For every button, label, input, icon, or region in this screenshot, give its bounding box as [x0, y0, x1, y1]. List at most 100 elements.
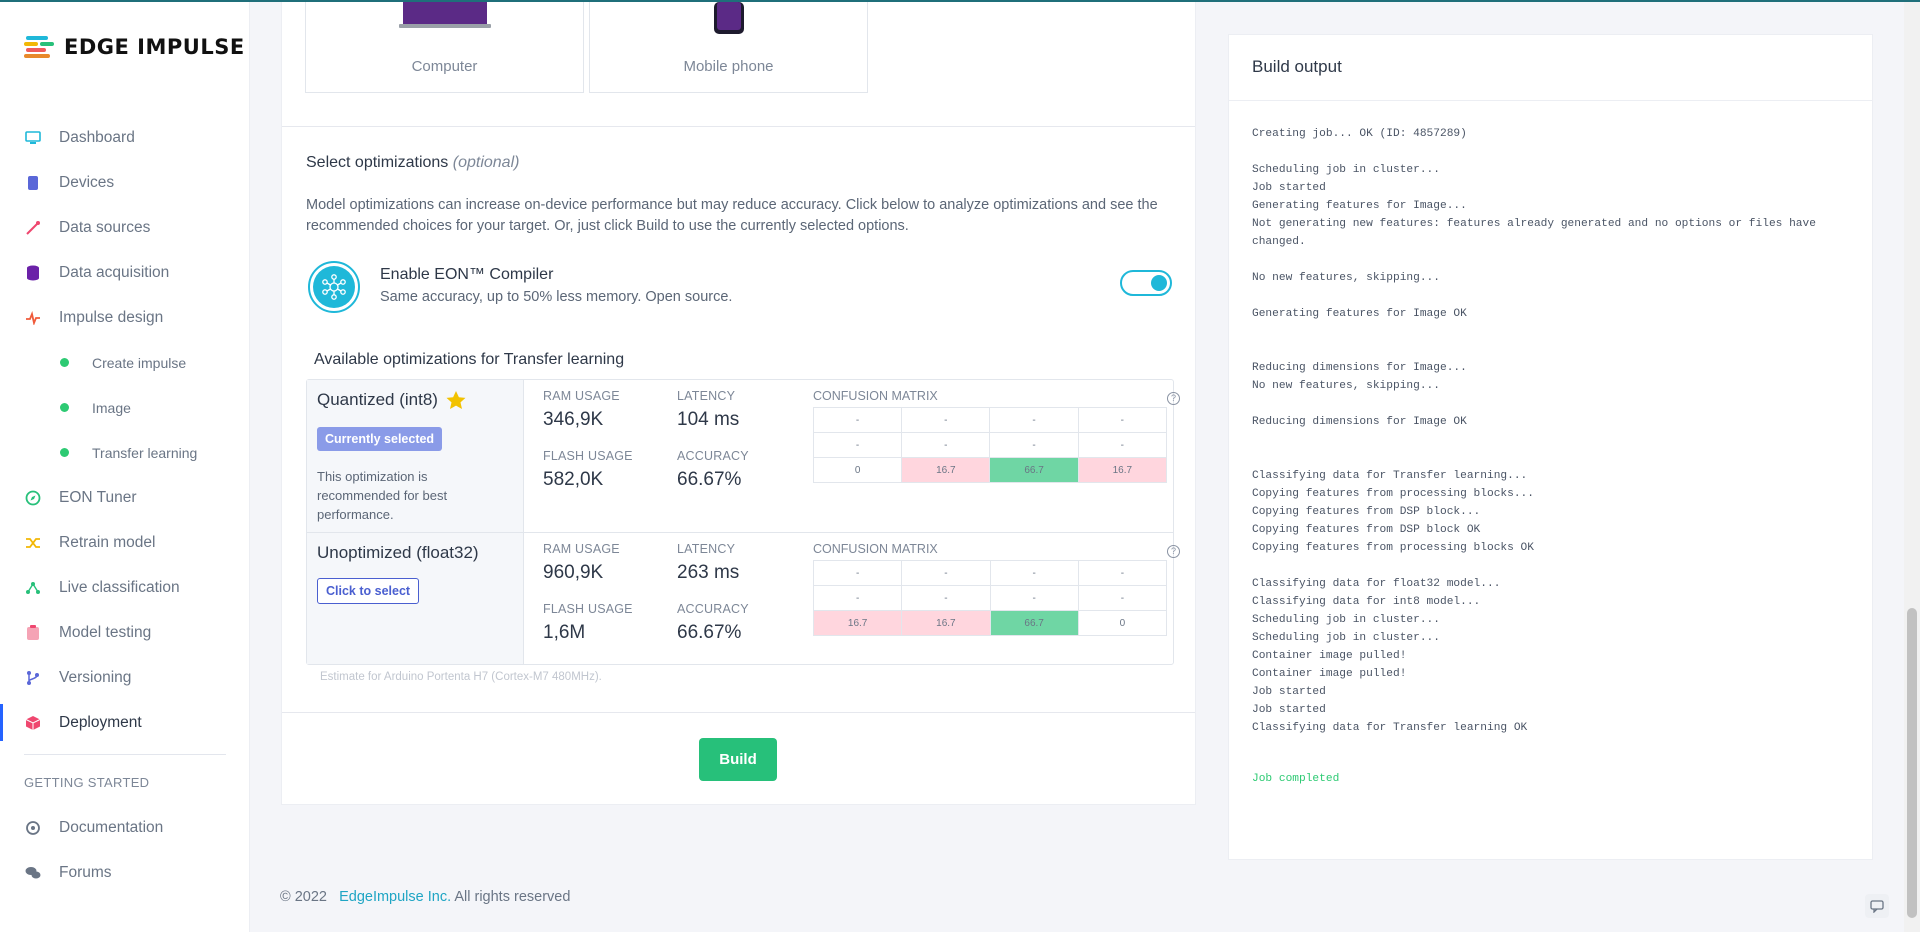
cube-icon [24, 714, 42, 732]
help-icon[interactable]: ? [1167, 545, 1180, 558]
eon-compiler-icon [308, 261, 360, 313]
sidebar-item-label: Image [92, 399, 131, 416]
sidebar-item-model-testing[interactable]: Model testing [0, 610, 250, 655]
build-log: Creating job... OK (ID: 4857289) Schedul… [1252, 128, 1816, 734]
sidebar-item-label: Model testing [59, 623, 152, 641]
sidebar-nav: Dashboard Devices Data sources Data acqu… [0, 115, 250, 745]
optimization-note: This optimization is recommended for bes… [317, 469, 448, 522]
sidebar-item-label: Devices [59, 173, 115, 191]
flash-usage-metric: FLASH USAGE 582,0K [543, 449, 633, 491]
optimization-row-int8: Quantized (int8) Currently selected This… [307, 380, 1180, 532]
sidebar-item-label: Documentation [59, 818, 164, 836]
accuracy-metric: ACCURACY 66.67% [677, 602, 749, 644]
rights-text: All rights reserved [454, 889, 571, 905]
metric-value: 1,6M [543, 622, 586, 643]
page-scrollbar[interactable] [1904, 2, 1920, 932]
optimization-name: Quantized (int8) [317, 390, 466, 410]
metric-label: ACCURACY [677, 449, 749, 463]
phone-icon [714, 2, 744, 34]
matrix-cell: 66.7 [989, 457, 1079, 483]
metric-label: LATENCY [677, 542, 736, 556]
logo[interactable]: EDGE IMPULSE [24, 34, 245, 60]
sidebar-item-retrain-model[interactable]: Retrain model [0, 520, 250, 565]
accuracy-metric: ACCURACY 66.67% [677, 449, 749, 491]
metric-label: ACCURACY [677, 602, 749, 616]
monitor-icon [24, 129, 42, 147]
matrix-cell: - [812, 432, 903, 458]
sidebar-item-devices[interactable]: Devices [0, 160, 250, 205]
optimizations-title: Select optimizations (optional) [306, 154, 519, 172]
sidebar-item-versioning[interactable]: Versioning [0, 655, 250, 700]
eon-compiler-toggle[interactable] [1120, 270, 1172, 296]
sidebar-item-label: Create impulse [92, 354, 187, 371]
sidebar-item-documentation[interactable]: Documentation [0, 805, 250, 850]
sidebar-item-deployment[interactable]: Deployment [0, 700, 250, 745]
sidebar-item-forums[interactable]: Forums [0, 850, 250, 895]
build-button[interactable]: Build [699, 738, 777, 781]
estimate-note: Estimate for Arduino Portenta H7 (Cortex… [320, 671, 602, 683]
matrix-cell: 16.7 [901, 457, 991, 483]
metric-value: 263 ms [677, 562, 740, 583]
section-divider [282, 126, 1195, 127]
matrix-cell: - [989, 560, 1079, 586]
target-computer[interactable]: Computer [305, 2, 584, 93]
sidebar-item-label: EON Tuner [59, 488, 137, 506]
feedback-button[interactable] [1865, 894, 1889, 918]
optimizations-description: Model optimizations can increase on-devi… [306, 197, 1158, 234]
optimization-row-float32: Unoptimized (float32) Click to select RA… [307, 532, 1180, 664]
company-link[interactable]: EdgeImpulse Inc. [339, 889, 451, 905]
deployment-card: Computer Mobile phone Select optimizatio… [281, 2, 1196, 805]
getting-started-heading: GETTING STARTED [24, 775, 150, 790]
shuffle-icon [24, 534, 42, 552]
matrix-cell: - [901, 560, 991, 586]
metric-value: 66.67% [677, 469, 742, 490]
confusion-matrix: ---- ---- 16.7 16.7 66.7 0 [812, 560, 1168, 636]
eon-compiler-subtitle: Same accuracy, up to 50% less memory. Op… [380, 289, 733, 305]
brand-name: EDGE IMPULSE [64, 35, 245, 59]
laptop-icon [399, 2, 491, 28]
latency-metric: LATENCY 263 ms [677, 542, 739, 584]
optimization-name-text: Unoptimized (float32) [317, 543, 479, 562]
confusion-matrix: ---- ---- 0 16.7 66.7 16.7 [812, 407, 1168, 483]
help-icon[interactable]: ? [1167, 392, 1180, 405]
sidebar-item-dashboard[interactable]: Dashboard [0, 115, 250, 160]
metric-label: FLASH USAGE [543, 602, 633, 616]
flash-usage-metric: FLASH USAGE 1,6M [543, 602, 633, 644]
chat-icon [1870, 899, 1884, 913]
sidebar-item-label: Dashboard [59, 128, 135, 146]
comments-icon [24, 864, 42, 882]
sidebar-item-eon-tuner[interactable]: EON Tuner [0, 475, 250, 520]
target-label: Mobile phone [683, 58, 774, 75]
target-label: Computer [411, 58, 478, 75]
sidebar-item-data-acquisition[interactable]: Data acquisition [0, 250, 250, 295]
sidebar-item-data-sources[interactable]: Data sources [0, 205, 250, 250]
getting-started-nav: Documentation Forums [0, 805, 250, 895]
toggle-knob [1151, 275, 1167, 291]
pulse-icon [24, 309, 42, 327]
sidebar-item-image[interactable]: Image [0, 385, 250, 430]
scrollbar-thumb[interactable] [1907, 608, 1917, 918]
sidebar-item-create-impulse[interactable]: Create impulse [0, 340, 250, 385]
matrix-cell: - [901, 407, 991, 433]
metric-label: LATENCY [677, 389, 736, 403]
matrix-cell: - [1077, 585, 1168, 611]
matrix-cell: 0 [1077, 610, 1168, 636]
optional-tag: (optional) [452, 154, 520, 171]
matrix-cell: 66.7 [989, 610, 1079, 636]
matrix-cell: - [812, 407, 903, 433]
sidebar-item-live-classification[interactable]: Live classification [0, 565, 250, 610]
compass-icon [24, 489, 42, 507]
matrix-cell: - [901, 585, 991, 611]
target-mobile-phone[interactable]: Mobile phone [589, 2, 868, 93]
sidebar: EDGE IMPULSE Dashboard Devices Data sour… [0, 2, 250, 932]
chip-icon [24, 174, 42, 192]
confusion-matrix-label: CONFUSION MATRIX [813, 542, 938, 556]
footer: © 2022 EdgeImpulse Inc. All rights reser… [280, 889, 570, 905]
sidebar-item-label: Forums [59, 863, 112, 881]
click-to-select-button[interactable]: Click to select [317, 578, 420, 604]
confusion-matrix-label: CONFUSION MATRIX [813, 389, 938, 403]
status-dot-icon [60, 403, 69, 412]
latency-metric: LATENCY 104 ms [677, 389, 739, 431]
sidebar-item-impulse-design[interactable]: Impulse design [0, 295, 250, 340]
sidebar-item-transfer-learning[interactable]: Transfer learning [0, 430, 250, 475]
